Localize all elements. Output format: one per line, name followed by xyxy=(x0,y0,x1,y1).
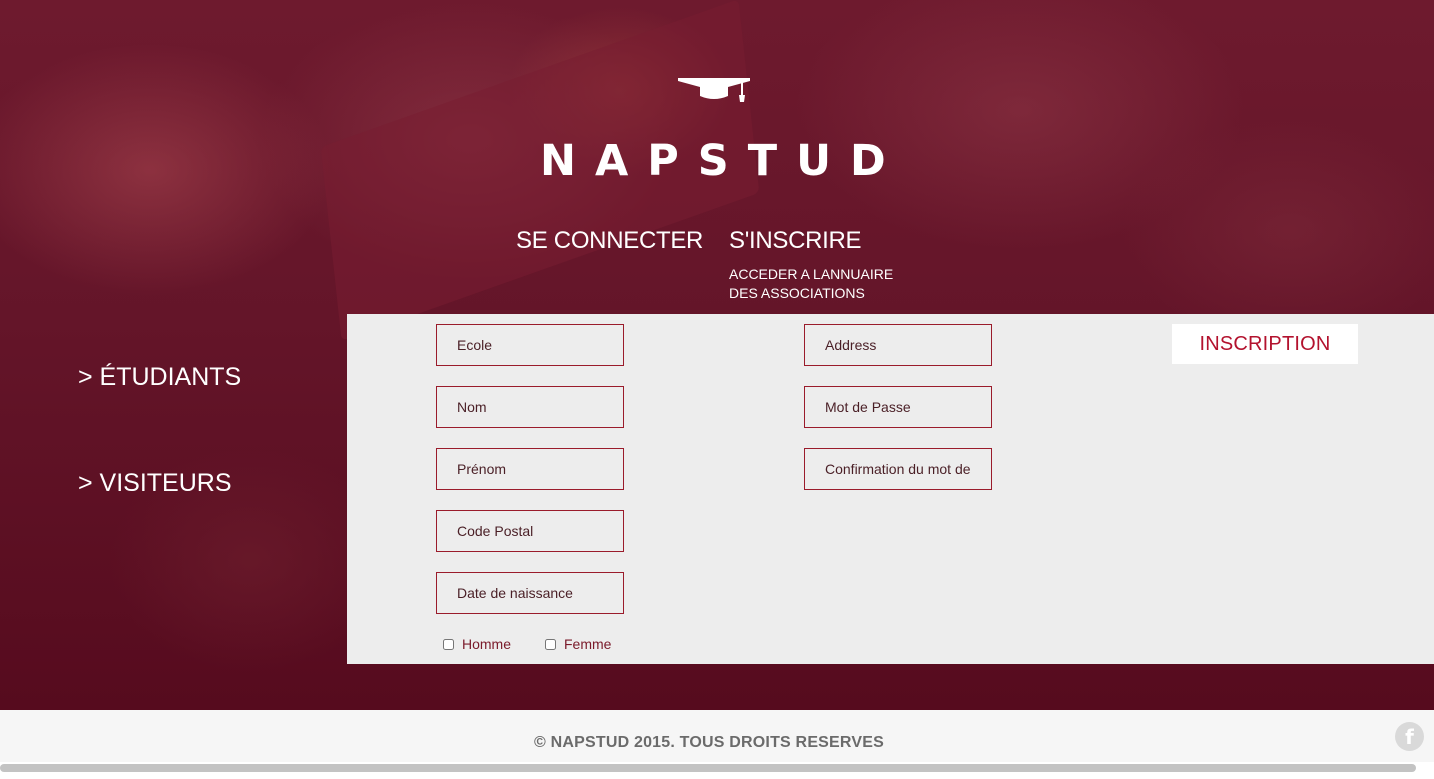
ecole-field[interactable] xyxy=(436,324,624,366)
address-field[interactable] xyxy=(804,324,992,366)
annuaire-line-2: DES ASSOCIATIONS xyxy=(729,285,865,301)
femme-checkbox[interactable] xyxy=(545,638,556,650)
password-field[interactable] xyxy=(804,386,992,428)
footer: © NAPSTUD 2015. TOUS DROITS RESERVES xyxy=(0,710,1434,762)
annuaire-line-1: ACCEDER A LANNUAIRE xyxy=(729,266,894,282)
brand-logo[interactable]: NAPSTUD xyxy=(540,134,894,188)
sidebar-item-visiteurs[interactable]: > VISITEURS xyxy=(78,468,232,498)
nav-login-link[interactable]: SE CONNECTER xyxy=(516,227,703,255)
copyright-text: © NAPSTUD 2015. TOUS DROITS RESERVES xyxy=(533,734,885,751)
nav-annuaire-link[interactable]: ACCEDER A LANNUAIRE DES ASSOCIATIONS xyxy=(729,265,929,303)
horizontal-scrollbar[interactable] xyxy=(0,764,1416,772)
date-naissance-field[interactable] xyxy=(436,572,624,614)
sidebar-item-etudiants[interactable]: > ÉTUDIANTS xyxy=(78,362,241,392)
inscription-button[interactable]: INSCRIPTION xyxy=(1172,324,1358,364)
femme-label: Femme xyxy=(564,636,612,652)
homme-checkbox[interactable] xyxy=(443,638,454,650)
password-confirm-field[interactable] xyxy=(804,448,992,490)
gender-femme-option[interactable]: Femme xyxy=(545,636,611,652)
gender-homme-option[interactable]: Homme xyxy=(443,636,511,652)
nav-signup-link[interactable]: S'INSCRIRE xyxy=(729,227,862,255)
graduation-cap-icon xyxy=(678,78,750,102)
facebook-icon[interactable]: f xyxy=(1395,722,1424,751)
code-postal-field[interactable] xyxy=(436,510,624,552)
homme-label: Homme xyxy=(462,636,512,652)
nom-field[interactable] xyxy=(436,386,624,428)
prenom-field[interactable] xyxy=(436,448,624,490)
